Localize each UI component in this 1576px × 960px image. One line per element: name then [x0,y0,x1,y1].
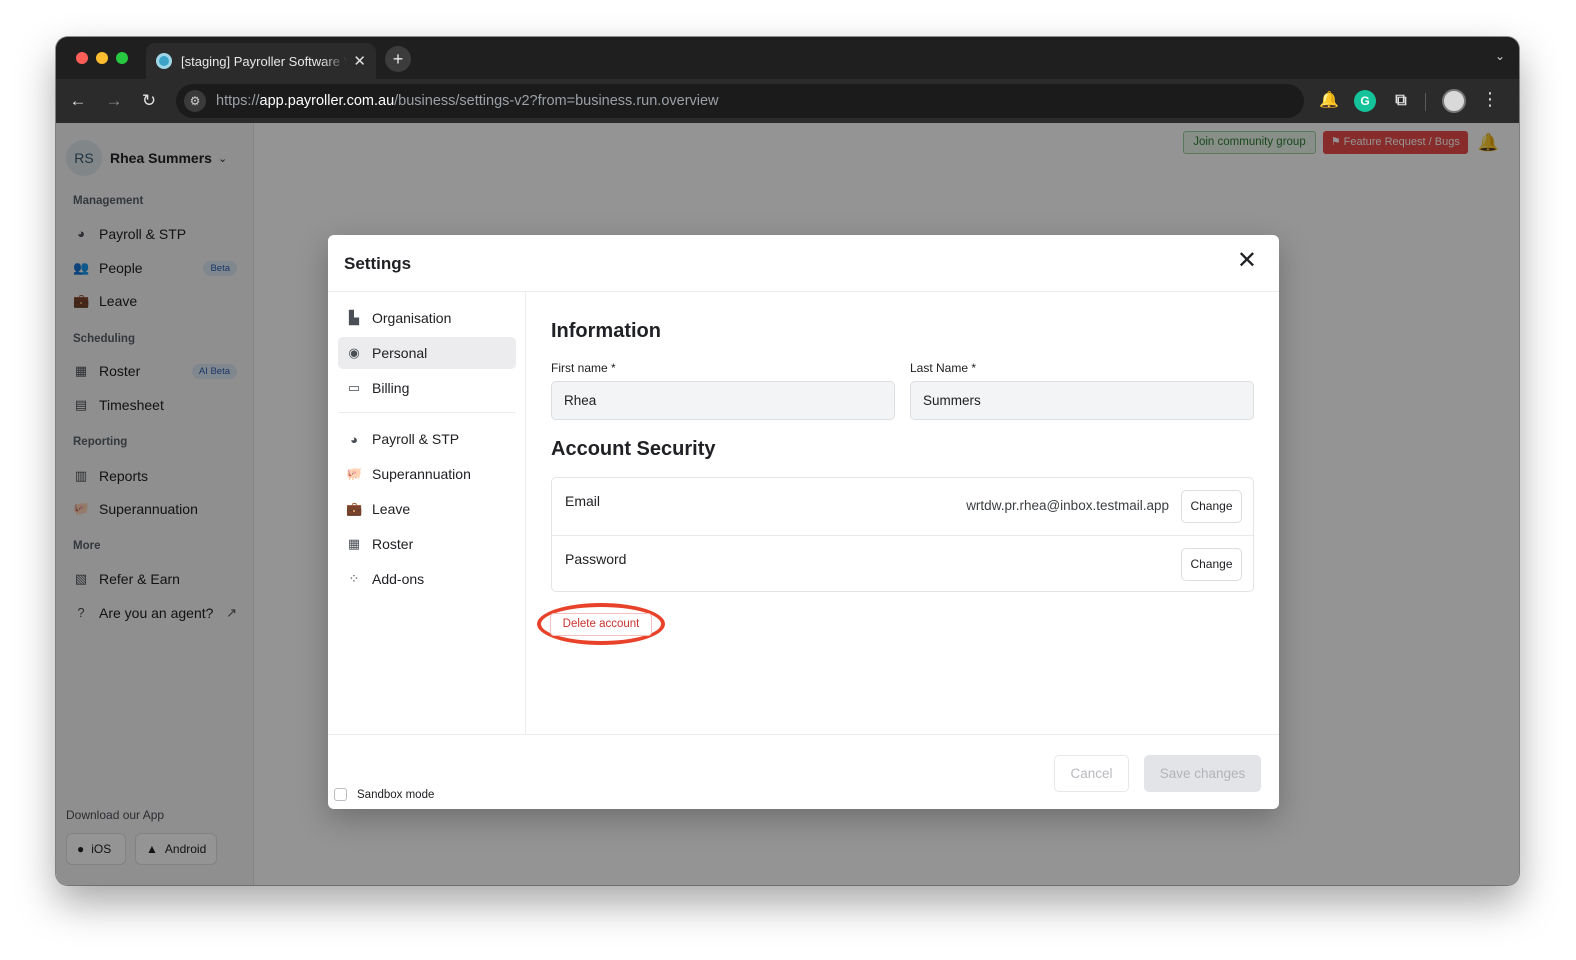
modal-header: Settings ✕ [328,235,1279,292]
profile-avatar-icon[interactable] [1442,89,1466,113]
settings-tab-personal[interactable]: ◉ Personal [338,337,516,369]
extensions-puzzle-icon[interactable]: ⧉ [1390,90,1412,112]
last-name-label: Last Name * [910,361,977,375]
browser-toolbar: ← → ↻ ⚙ https://app.payroller.com.au/bus… [56,79,1519,123]
settings-tab-leave[interactable]: 💼 Leave [338,493,516,525]
change-password-button[interactable]: Change [1181,548,1242,581]
settings-tab-addons[interactable]: ⁘ Add-ons [338,563,516,595]
new-tab-button[interactable]: + [385,46,411,72]
email-value: wrtdw.pr.rhea@inbox.testmail.app [966,498,1169,513]
save-changes-button[interactable]: Save changes [1144,755,1261,792]
security-box: Email wrtdw.pr.rhea@inbox.testmail.app C… [551,477,1254,592]
settings-nav: ▙ Organisation ◉ Personal ▭ Billing ◕ Pa… [328,292,526,734]
modal-footer: Sandbox mode Cancel Save changes [328,734,1279,809]
tab-title: [staging] Payroller Software V [181,53,348,69]
information-heading: Information [551,320,661,342]
back-arrow-icon[interactable]: ← [66,89,90,113]
sandbox-mode-toggle[interactable]: Sandbox mode [334,788,434,801]
email-row: Email wrtdw.pr.rhea@inbox.testmail.app C… [552,478,1253,535]
settings-tab-superannuation[interactable]: 🐖 Superannuation [338,458,516,490]
delete-account-button[interactable]: Delete account [550,613,652,636]
credit-card-icon: ▭ [347,380,361,395]
settings-tab-roster[interactable]: ▦ Roster [338,528,516,560]
url-text[interactable]: https://app.payroller.com.au/business/se… [216,93,719,109]
settings-modal: Settings ✕ ▙ Organisation ◉ Personal ▭ B… [328,235,1279,809]
forward-arrow-icon[interactable]: → [102,89,126,113]
window-minimize-button[interactable] [96,52,108,64]
reload-icon[interactable]: ↻ [137,89,161,113]
close-icon[interactable]: ✕ [1237,249,1257,273]
first-name-label: First name * [551,361,616,375]
last-name-field[interactable]: Summers [910,381,1254,420]
browser-window: [staging] Payroller Software V ✕ + ⌄ ← →… [56,37,1519,885]
first-name-field[interactable]: Rhea [551,381,895,420]
modal-title: Settings [344,254,412,273]
window-maximize-button[interactable] [116,52,128,64]
page-content: RS Rhea Summers ⌄ Management ◕ Payroll &… [56,123,1519,885]
password-row: Password Change [552,535,1253,592]
tab-close-icon[interactable]: ✕ [353,52,366,70]
tab-strip: [staging] Payroller Software V ✕ + ⌄ [56,37,1519,79]
browser-tab[interactable]: [staging] Payroller Software V ✕ [146,43,376,79]
calendar-icon: ▦ [347,536,361,551]
account-security-heading: Account Security [551,438,716,460]
address-bar[interactable]: ⚙ https://app.payroller.com.au/business/… [176,84,1304,118]
payroll-icon: ◕ [350,431,358,447]
password-label: Password [565,551,627,567]
grammarly-extension-icon[interactable]: G [1354,90,1376,112]
window-close-button[interactable] [76,52,88,64]
extension-bell-icon[interactable]: 🔔 [1318,90,1340,112]
payroller-favicon-icon [156,53,172,69]
settings-tab-billing[interactable]: ▭ Billing [338,372,516,404]
change-email-button[interactable]: Change [1181,490,1242,523]
settings-tab-payroll[interactable]: ◕ Payroll & STP [338,423,516,455]
nav-divider [338,412,516,413]
email-label: Email [565,493,601,509]
settings-tab-organisation[interactable]: ▙ Organisation [338,302,516,334]
cancel-button[interactable]: Cancel [1054,755,1129,792]
piggy-bank-icon: 🐖 [346,466,363,481]
grid-icon: ⁘ [348,571,360,586]
tab-search-chevron-icon[interactable]: ⌄ [1495,49,1505,63]
sandbox-mode-checkbox[interactable] [334,788,347,801]
building-icon: ▙ [349,310,359,325]
browser-menu-icon[interactable]: ⋮ [1481,89,1499,110]
briefcase-icon: 💼 [346,501,363,516]
toolbar-divider [1425,93,1426,111]
user-circle-icon: ◉ [348,345,360,360]
site-info-icon[interactable]: ⚙ [184,90,206,112]
